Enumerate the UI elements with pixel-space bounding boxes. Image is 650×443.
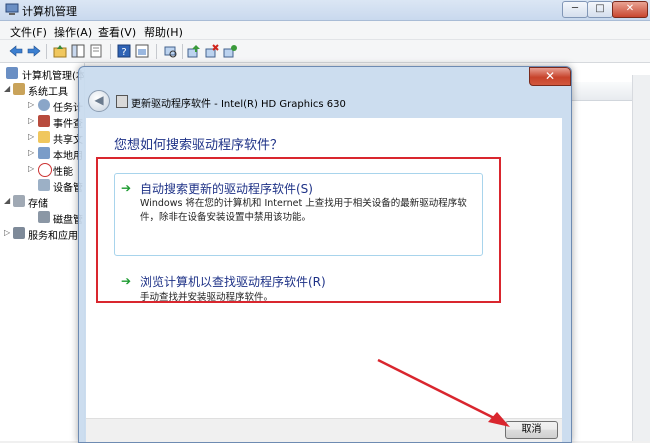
tree-item-local-users[interactable]: ▷ 本地用	[0, 145, 84, 161]
event-viewer-icon	[38, 115, 50, 127]
display-adapter-icon	[116, 95, 128, 108]
collapse-triangle-icon[interactable]: ◢	[4, 84, 10, 93]
shared-folder-icon	[38, 131, 50, 143]
menu-bar: 文件(F) 操作(A) 查看(V) 帮助(H)	[0, 21, 650, 40]
cancel-button[interactable]: 取消	[505, 421, 558, 439]
toolbar-separator	[110, 44, 111, 59]
tree-item-label: 计算机管理(本	[22, 71, 84, 81]
computer-management-icon	[5, 3, 19, 15]
maximize-button[interactable]: □	[587, 1, 613, 18]
expand-triangle-icon[interactable]: ▷	[4, 228, 10, 237]
toolbar-separator	[156, 44, 157, 59]
tree-item-label: 系统工具	[28, 87, 68, 97]
svg-text:?: ?	[121, 47, 126, 58]
services-icon	[13, 227, 25, 239]
toolbar-separator	[182, 44, 183, 59]
update-driver-icon[interactable]	[186, 43, 202, 59]
console-tree: 计算机管理(本 ◢ 系统工具 ▷ 任务计 ▷ 事件查 ▷ 共享文 ▷ 本地用 ▷…	[0, 63, 85, 441]
dialog-title: 更新驱动程序软件 - Intel(R) HD Graphics 630	[131, 99, 346, 110]
enable-device-icon[interactable]	[222, 43, 238, 59]
minimize-button[interactable]: ─	[562, 1, 588, 18]
tree-item-disk-management[interactable]: 磁盘管	[0, 209, 84, 225]
back-arrow-icon[interactable]	[8, 43, 24, 59]
dialog-footer	[86, 418, 562, 442]
tools-icon	[13, 83, 25, 95]
menu-file[interactable]: 文件(F)	[10, 24, 47, 40]
tree-item-task-scheduler[interactable]: ▷ 任务计	[0, 97, 84, 113]
computer-icon	[6, 67, 18, 79]
properties-icon[interactable]	[88, 43, 104, 59]
storage-icon	[13, 195, 25, 207]
tree-item-services-apps[interactable]: ▷ 服务和应用	[0, 225, 84, 241]
tree-item-device-manager[interactable]: 设备管	[0, 177, 84, 193]
device-manager-icon	[38, 179, 50, 191]
dialog-close-button[interactable]: ✕	[529, 67, 571, 86]
expand-triangle-icon[interactable]: ▷	[28, 116, 34, 125]
up-folder-icon[interactable]	[52, 43, 68, 59]
scan-hardware-icon[interactable]	[162, 43, 178, 59]
users-icon	[38, 147, 50, 159]
expand-triangle-icon[interactable]: ▷	[28, 132, 34, 141]
tree-item-system-tools[interactable]: ◢ 系统工具	[0, 81, 84, 97]
tree-item-event-viewer[interactable]: ▷ 事件查	[0, 113, 84, 129]
expand-triangle-icon[interactable]: ▷	[28, 148, 34, 157]
vertical-scrollbar[interactable]	[632, 75, 650, 441]
tree-item-label: 服务和应用	[28, 231, 78, 241]
performance-icon	[38, 163, 52, 177]
menu-view[interactable]: 查看(V)	[98, 24, 136, 40]
search-question-heading: 您想如何搜索驱动程序软件？	[114, 138, 284, 153]
toolbar-separator	[46, 44, 47, 59]
disk-icon	[38, 211, 50, 223]
tree-item-shared-folders[interactable]: ▷ 共享文	[0, 129, 84, 145]
window-title-bar[interactable]: 计算机管理 ─ □ ✕	[0, 0, 650, 21]
back-button[interactable]: ◀	[88, 90, 110, 112]
tree-item-label: 存储	[28, 199, 48, 209]
expand-triangle-icon[interactable]: ▷	[28, 100, 34, 109]
menu-action[interactable]: 操作(A)	[54, 24, 92, 40]
menu-help[interactable]: 帮助(H)	[144, 24, 183, 40]
show-hide-icon[interactable]	[134, 43, 150, 59]
tree-item-label: 性能	[53, 167, 73, 177]
tree-item-computer-management[interactable]: 计算机管理(本	[0, 65, 84, 81]
red-highlight-box	[96, 157, 501, 303]
toolbar: ?	[0, 40, 650, 63]
forward-arrow-icon[interactable]	[26, 43, 42, 59]
tree-item-storage[interactable]: ◢ 存储	[0, 193, 84, 209]
collapse-triangle-icon[interactable]: ◢	[4, 196, 10, 205]
expand-triangle-icon[interactable]: ▷	[28, 164, 34, 173]
clock-icon	[38, 99, 50, 111]
tree-item-performance[interactable]: ▷ 性能	[0, 161, 84, 177]
uninstall-icon[interactable]	[204, 43, 220, 59]
close-button[interactable]: ✕	[612, 1, 648, 18]
help-icon[interactable]: ?	[116, 43, 132, 59]
window-title: 计算机管理	[22, 5, 77, 18]
console-tree-icon[interactable]	[70, 43, 86, 59]
